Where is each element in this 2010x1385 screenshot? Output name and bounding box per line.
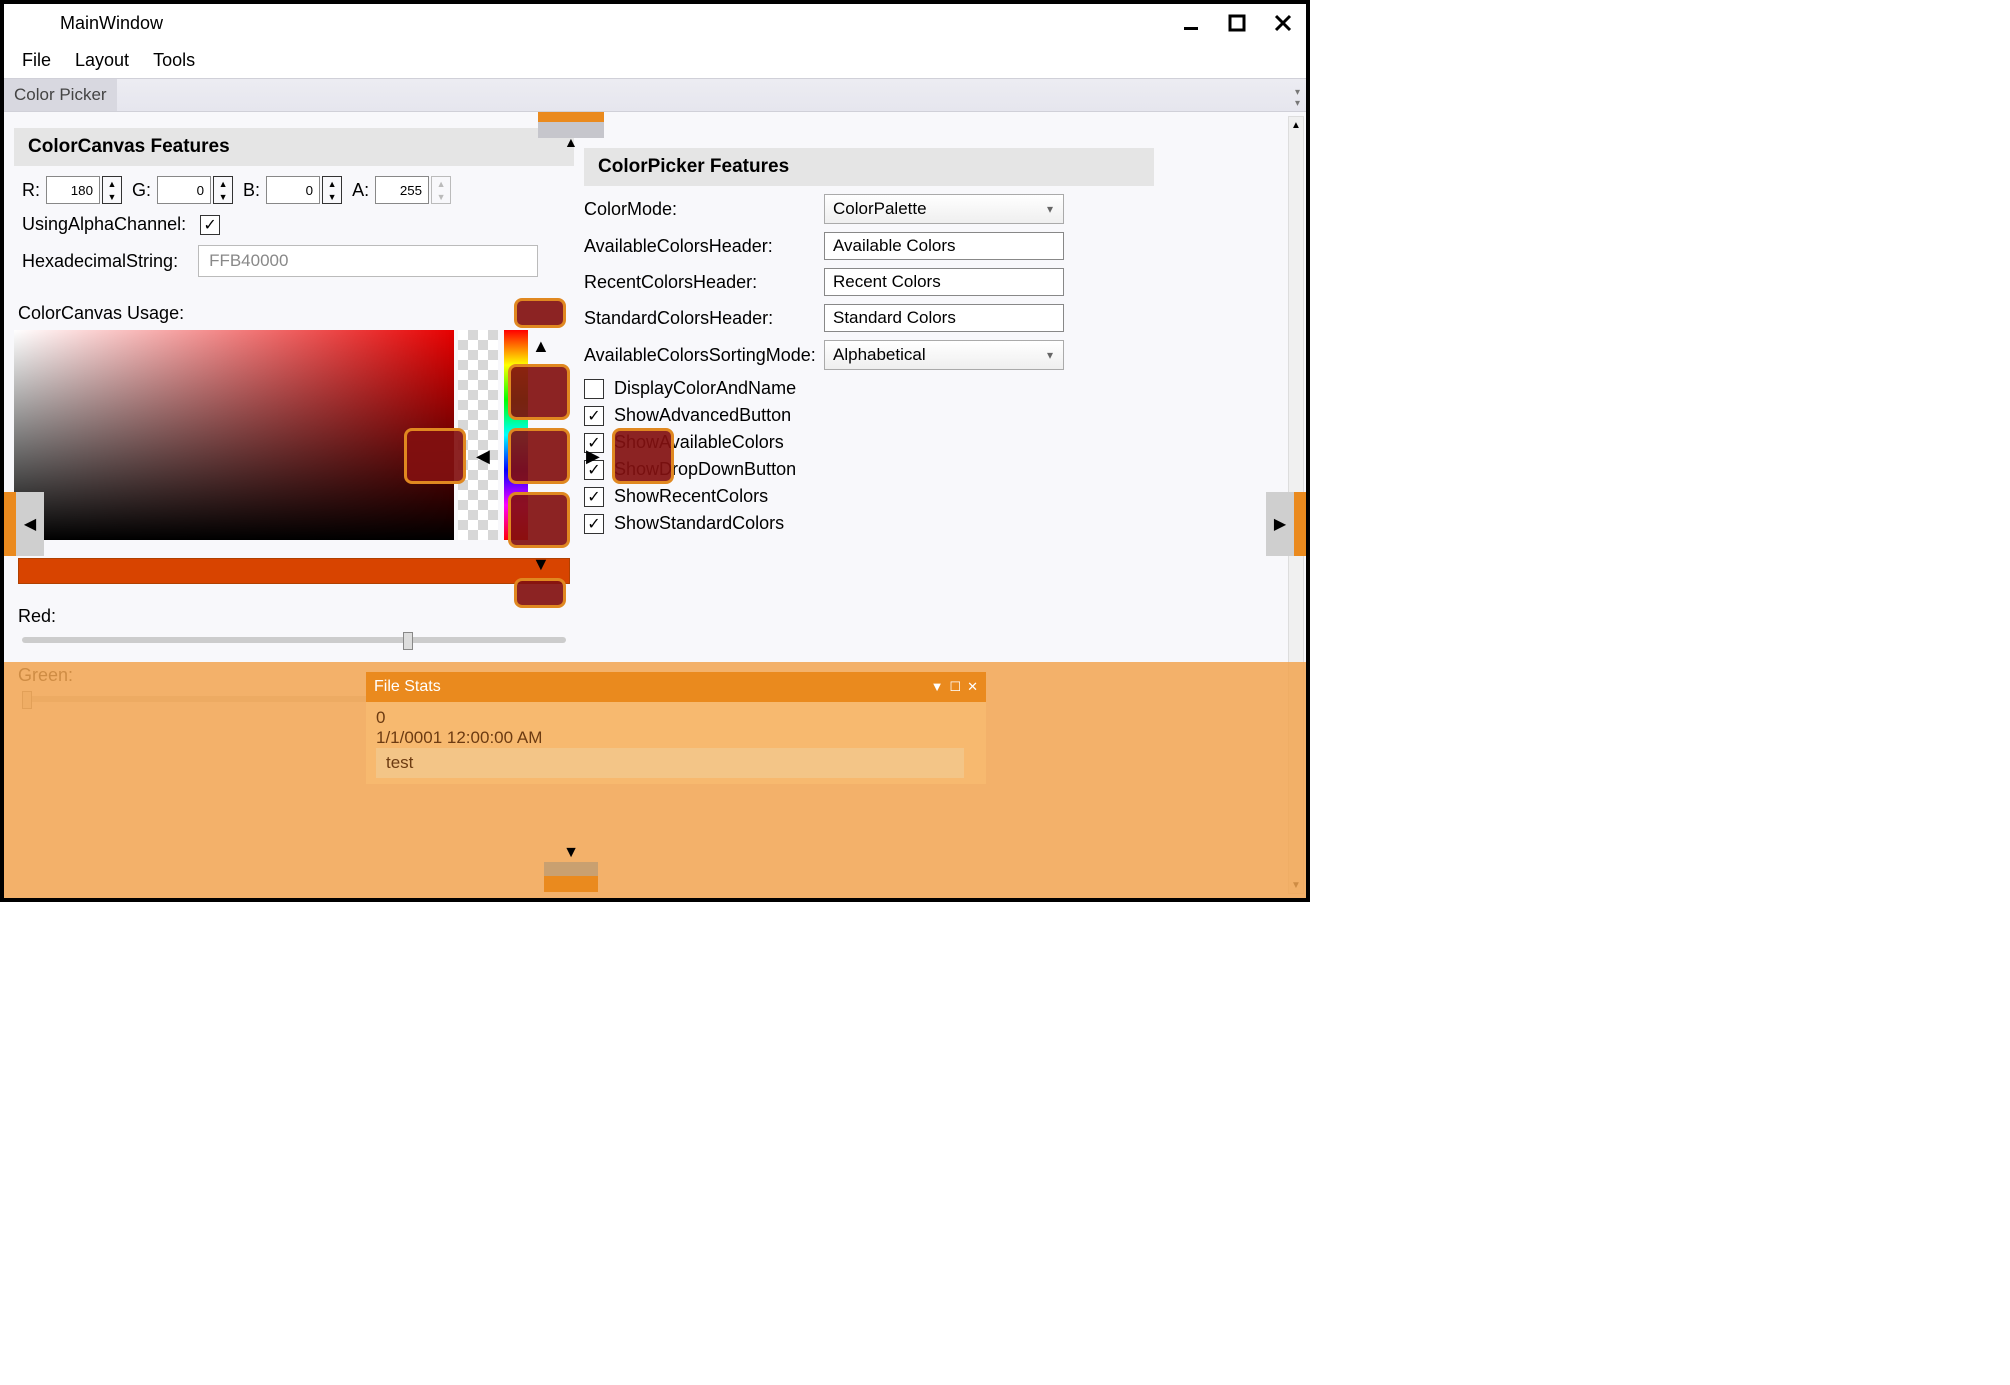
close-icon[interactable]: ✕: [967, 679, 978, 695]
lbl-availheader: AvailableColorsHeader:: [584, 236, 824, 257]
chevron-left-icon: ◀: [476, 446, 490, 467]
close-button[interactable]: [1260, 4, 1306, 42]
input-recentheader[interactable]: [824, 268, 1064, 296]
filestats-input[interactable]: [376, 748, 964, 778]
minimize-button[interactable]: [1168, 4, 1214, 42]
label-r: R:: [22, 180, 40, 201]
content-area: ▲ ▼ ColorCanvas Features R: ▲▼ G: ▲▼ B: …: [4, 112, 1306, 898]
spinner-r[interactable]: ▲▼: [102, 176, 122, 204]
app-window: MainWindow File Layout Tools Color Picke…: [0, 0, 1310, 902]
maximize-button[interactable]: [1214, 4, 1260, 42]
scroll-up-icon[interactable]: ▲: [1289, 117, 1303, 133]
spinner-a[interactable]: ▲▼: [431, 176, 451, 204]
tabstrip-overflow-icon[interactable]: ▾▾: [1295, 87, 1300, 109]
rgba-row: R: ▲▼ G: ▲▼ B: ▲▼ A: ▲▼: [22, 176, 574, 204]
checkbox-alpha[interactable]: [200, 215, 220, 235]
input-b[interactable]: [266, 176, 320, 204]
dock-compass-upper[interactable]: [508, 364, 570, 420]
window-title: MainWindow: [60, 13, 163, 34]
dock-hint-left[interactable]: ◀: [4, 492, 44, 556]
colorpicker-title: ColorPicker Features: [584, 148, 1154, 186]
select-colormode-value: ColorPalette: [833, 199, 927, 219]
dock-compass-center[interactable]: [508, 428, 570, 484]
colorcanvas-title: ColorCanvas Features: [14, 128, 574, 166]
filestats-line1: 0: [376, 708, 976, 728]
hex-row: HexadecimalString:: [22, 245, 574, 277]
chevron-down-icon: ▼: [532, 554, 550, 575]
dock-compass-bottom-slot[interactable]: [514, 578, 566, 608]
label-b: B:: [243, 180, 260, 201]
select-colormode[interactable]: ColorPalette: [824, 194, 1064, 224]
filestats-panel[interactable]: File Stats ▼ ☐ ✕ 0 1/1/0001 12:00:00 AM: [366, 672, 986, 784]
chevron-left-icon: ◀: [24, 514, 36, 534]
filestats-title: File Stats: [374, 678, 441, 696]
label-red-slider: Red:: [18, 606, 574, 627]
dock-hint-top[interactable]: ▲: [538, 112, 604, 156]
select-sortmode[interactable]: Alphabetical: [824, 340, 1064, 370]
select-sortmode-value: Alphabetical: [833, 345, 926, 365]
tab-strip: Color Picker ▾▾: [4, 78, 1306, 112]
filestats-body: 0 1/1/0001 12:00:00 AM: [366, 702, 986, 784]
menu-layout[interactable]: Layout: [63, 46, 141, 75]
color-canvas[interactable]: [14, 330, 454, 540]
input-hex[interactable]: [198, 245, 538, 277]
tab-color-picker[interactable]: Color Picker: [4, 79, 117, 111]
titlebar: MainWindow: [4, 4, 1306, 42]
filestats-line2: 1/1/0001 12:00:00 AM: [376, 728, 976, 748]
filestats-titlebar[interactable]: File Stats ▼ ☐ ✕: [366, 672, 986, 702]
slider-red[interactable]: [22, 637, 566, 643]
pin-icon[interactable]: ▼: [931, 679, 944, 695]
spinner-g[interactable]: ▲▼: [213, 176, 233, 204]
chevron-right-icon: ▶: [586, 446, 600, 467]
dock-compass-top-slot[interactable]: [514, 298, 566, 328]
input-standardheader[interactable]: [824, 304, 1064, 332]
label-alpha: UsingAlphaChannel:: [22, 214, 186, 235]
lbl-recentheader: RecentColorsHeader:: [584, 272, 824, 293]
input-availheader[interactable]: [824, 232, 1064, 260]
label-hex: HexadecimalString:: [22, 251, 178, 272]
spinner-b[interactable]: ▲▼: [322, 176, 342, 204]
alpha-row: UsingAlphaChannel:: [22, 214, 574, 235]
chevron-up-icon: ▲: [564, 134, 578, 150]
label-g: G:: [132, 180, 151, 201]
dock-hint-bottom[interactable]: ▼: [544, 844, 598, 892]
dock-hint-right[interactable]: ▶: [1266, 492, 1306, 556]
menubar: File Layout Tools: [4, 42, 1306, 78]
chevron-up-icon: ▲: [532, 336, 550, 357]
label-a: A:: [352, 180, 369, 201]
dock-compass-right[interactable]: [612, 428, 674, 484]
dock-compass[interactable]: ▲ ◀ ▶ ▼: [404, 298, 714, 558]
chevron-right-icon: ▶: [1274, 514, 1286, 534]
input-r[interactable]: [46, 176, 100, 204]
dock-compass-lower[interactable]: [508, 492, 570, 548]
chevron-down-icon: ▼: [544, 844, 598, 862]
maximize-icon[interactable]: ☐: [949, 679, 961, 695]
selected-color-bar: [18, 558, 570, 584]
menu-tools[interactable]: Tools: [141, 46, 207, 75]
input-a[interactable]: [375, 176, 429, 204]
dock-compass-left[interactable]: [404, 428, 466, 484]
input-g[interactable]: [157, 176, 211, 204]
menu-file[interactable]: File: [10, 46, 63, 75]
lbl-colormode: ColorMode:: [584, 199, 824, 220]
